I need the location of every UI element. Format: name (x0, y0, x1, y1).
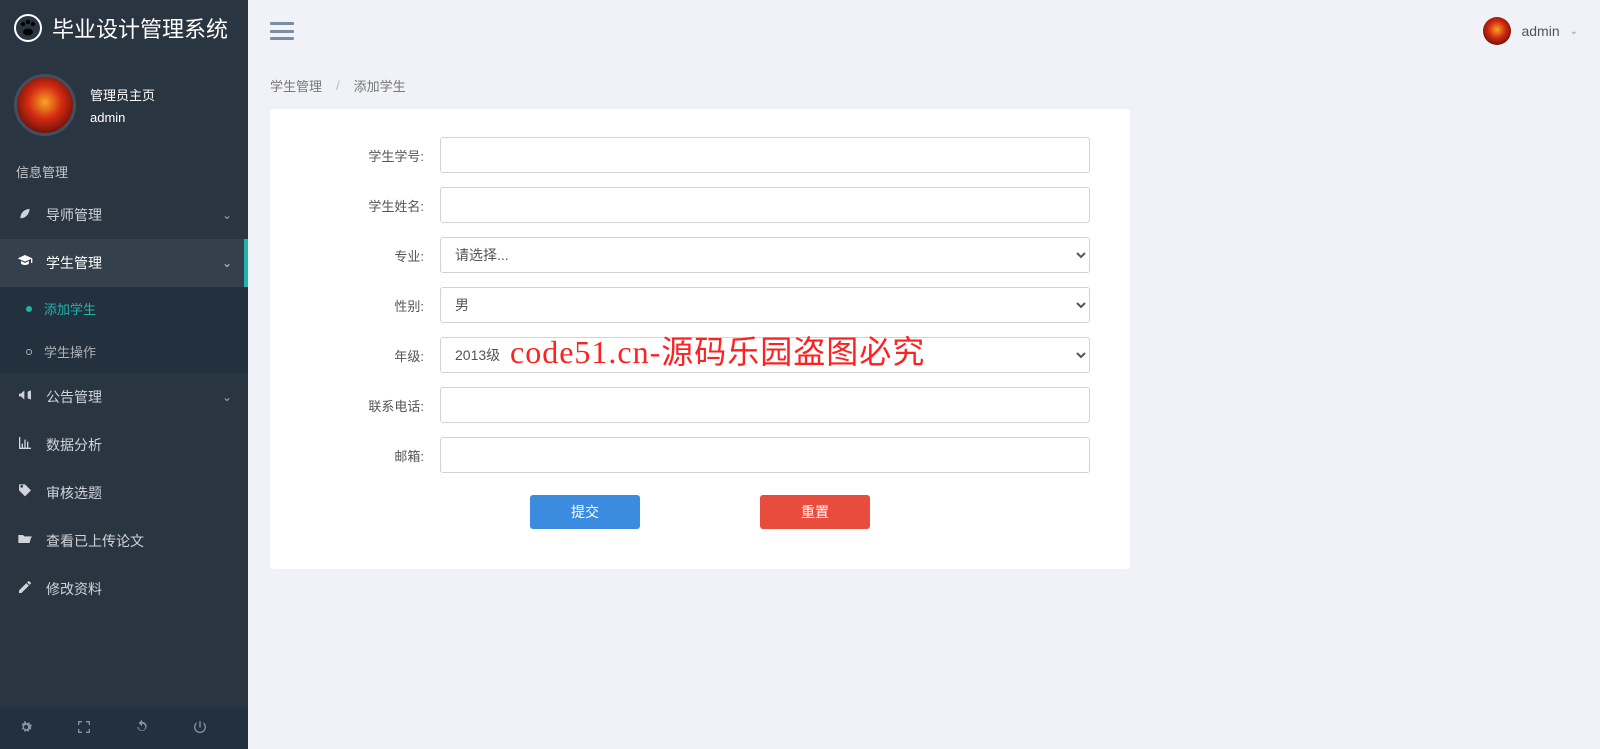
edit-icon (16, 579, 34, 599)
sidebar-item-label: 公告管理 (46, 387, 210, 407)
submenu-student: 添加学生 学生操作 (0, 287, 248, 373)
avatar (1483, 17, 1511, 45)
breadcrumb: 学生管理 / 添加学生 (270, 62, 1578, 109)
user-name: admin (90, 110, 155, 125)
brand: 毕业设计管理系统 (0, 0, 248, 56)
tag-icon (16, 483, 34, 503)
sidebar-item-label: 查看已上传论文 (46, 531, 232, 551)
reset-button[interactable]: 重置 (760, 495, 870, 529)
sidebar-item-tutor[interactable]: 导师管理 ⌄ (0, 191, 248, 239)
bottom-tools (0, 709, 248, 749)
grade-select[interactable]: 2013级 (440, 337, 1090, 373)
sidebar-subitem-add-student[interactable]: 添加学生 (0, 287, 248, 330)
sidebar: 毕业设计管理系统 管理员主页 admin 信息管理 导师管理 ⌄ 学生管理 ⌄ (0, 0, 248, 749)
bullet-icon (26, 306, 32, 312)
breadcrumb-separator: / (336, 78, 340, 93)
email-label: 邮箱: (310, 446, 440, 465)
bullet-icon (26, 349, 32, 355)
sidebar-item-label: 修改资料 (46, 579, 232, 599)
sidebar-item-student[interactable]: 学生管理 ⌄ (0, 239, 248, 287)
grade-label: 年级: (310, 346, 440, 365)
email-input[interactable] (440, 437, 1090, 473)
menu-toggle-icon[interactable] (270, 22, 294, 40)
avatar (14, 74, 76, 136)
power-icon[interactable] (192, 719, 208, 740)
section-label: 信息管理 (0, 156, 248, 191)
leaf-icon (16, 205, 34, 225)
breadcrumb-current: 添加学生 (354, 76, 406, 95)
major-select[interactable]: 请选择... (440, 237, 1090, 273)
main: admin ⌄ 学生管理 / 添加学生 学生学号: 学生姓名: (248, 0, 1600, 749)
gear-icon[interactable] (18, 719, 34, 740)
sidebar-item-label: 导师管理 (46, 205, 210, 225)
folder-open-icon (16, 531, 34, 551)
sidebar-item-label: 数据分析 (46, 435, 232, 455)
bullhorn-icon (16, 387, 34, 407)
form-panel: 学生学号: 学生姓名: 专业: 请选择... 性别: (270, 109, 1130, 569)
chevron-down-icon: ⌄ (222, 256, 232, 270)
sidebar-item-review-topic[interactable]: 审核选题 (0, 469, 248, 517)
topbar: admin ⌄ (248, 0, 1600, 62)
sidebar-item-label: 审核选题 (46, 483, 232, 503)
bar-chart-icon (16, 435, 34, 455)
major-label: 专业: (310, 246, 440, 265)
user-role[interactable]: 管理员主页 (90, 85, 155, 104)
phone-input[interactable] (440, 387, 1090, 423)
student-name-label: 学生姓名: (310, 196, 440, 215)
nav: 导师管理 ⌄ 学生管理 ⌄ 添加学生 学生操作 公告管理 (0, 191, 248, 709)
student-id-input[interactable] (440, 137, 1090, 173)
sidebar-item-view-thesis[interactable]: 查看已上传论文 (0, 517, 248, 565)
breadcrumb-parent[interactable]: 学生管理 (270, 76, 322, 95)
expand-icon[interactable] (76, 719, 92, 740)
sidebar-item-label: 学生管理 (46, 253, 210, 273)
paw-icon (14, 14, 42, 42)
phone-label: 联系电话: (310, 396, 440, 415)
submit-button[interactable]: 提交 (530, 495, 640, 529)
brand-title: 毕业设计管理系统 (52, 12, 228, 44)
gender-label: 性别: (310, 296, 440, 315)
sidebar-subitem-student-ops[interactable]: 学生操作 (0, 330, 248, 373)
chevron-down-icon: ⌄ (222, 390, 232, 404)
sidebar-item-announcement[interactable]: 公告管理 ⌄ (0, 373, 248, 421)
sidebar-item-edit-profile[interactable]: 修改资料 (0, 565, 248, 613)
top-user-name: admin (1521, 23, 1559, 39)
refresh-icon[interactable] (134, 719, 150, 740)
user-panel: 管理员主页 admin (0, 56, 248, 156)
content: 学生管理 / 添加学生 学生学号: 学生姓名: 专业: 请选择... (248, 62, 1600, 749)
student-name-input[interactable] (440, 187, 1090, 223)
gender-select[interactable]: 男 (440, 287, 1090, 323)
grad-cap-icon (16, 253, 34, 273)
sidebar-item-analytics[interactable]: 数据分析 (0, 421, 248, 469)
student-id-label: 学生学号: (310, 146, 440, 165)
chevron-down-icon: ⌄ (1570, 26, 1578, 37)
chevron-down-icon: ⌄ (222, 208, 232, 222)
top-user-dropdown[interactable]: admin ⌄ (1483, 17, 1578, 45)
sidebar-subitem-label: 学生操作 (44, 342, 96, 361)
sidebar-subitem-label: 添加学生 (44, 299, 96, 318)
